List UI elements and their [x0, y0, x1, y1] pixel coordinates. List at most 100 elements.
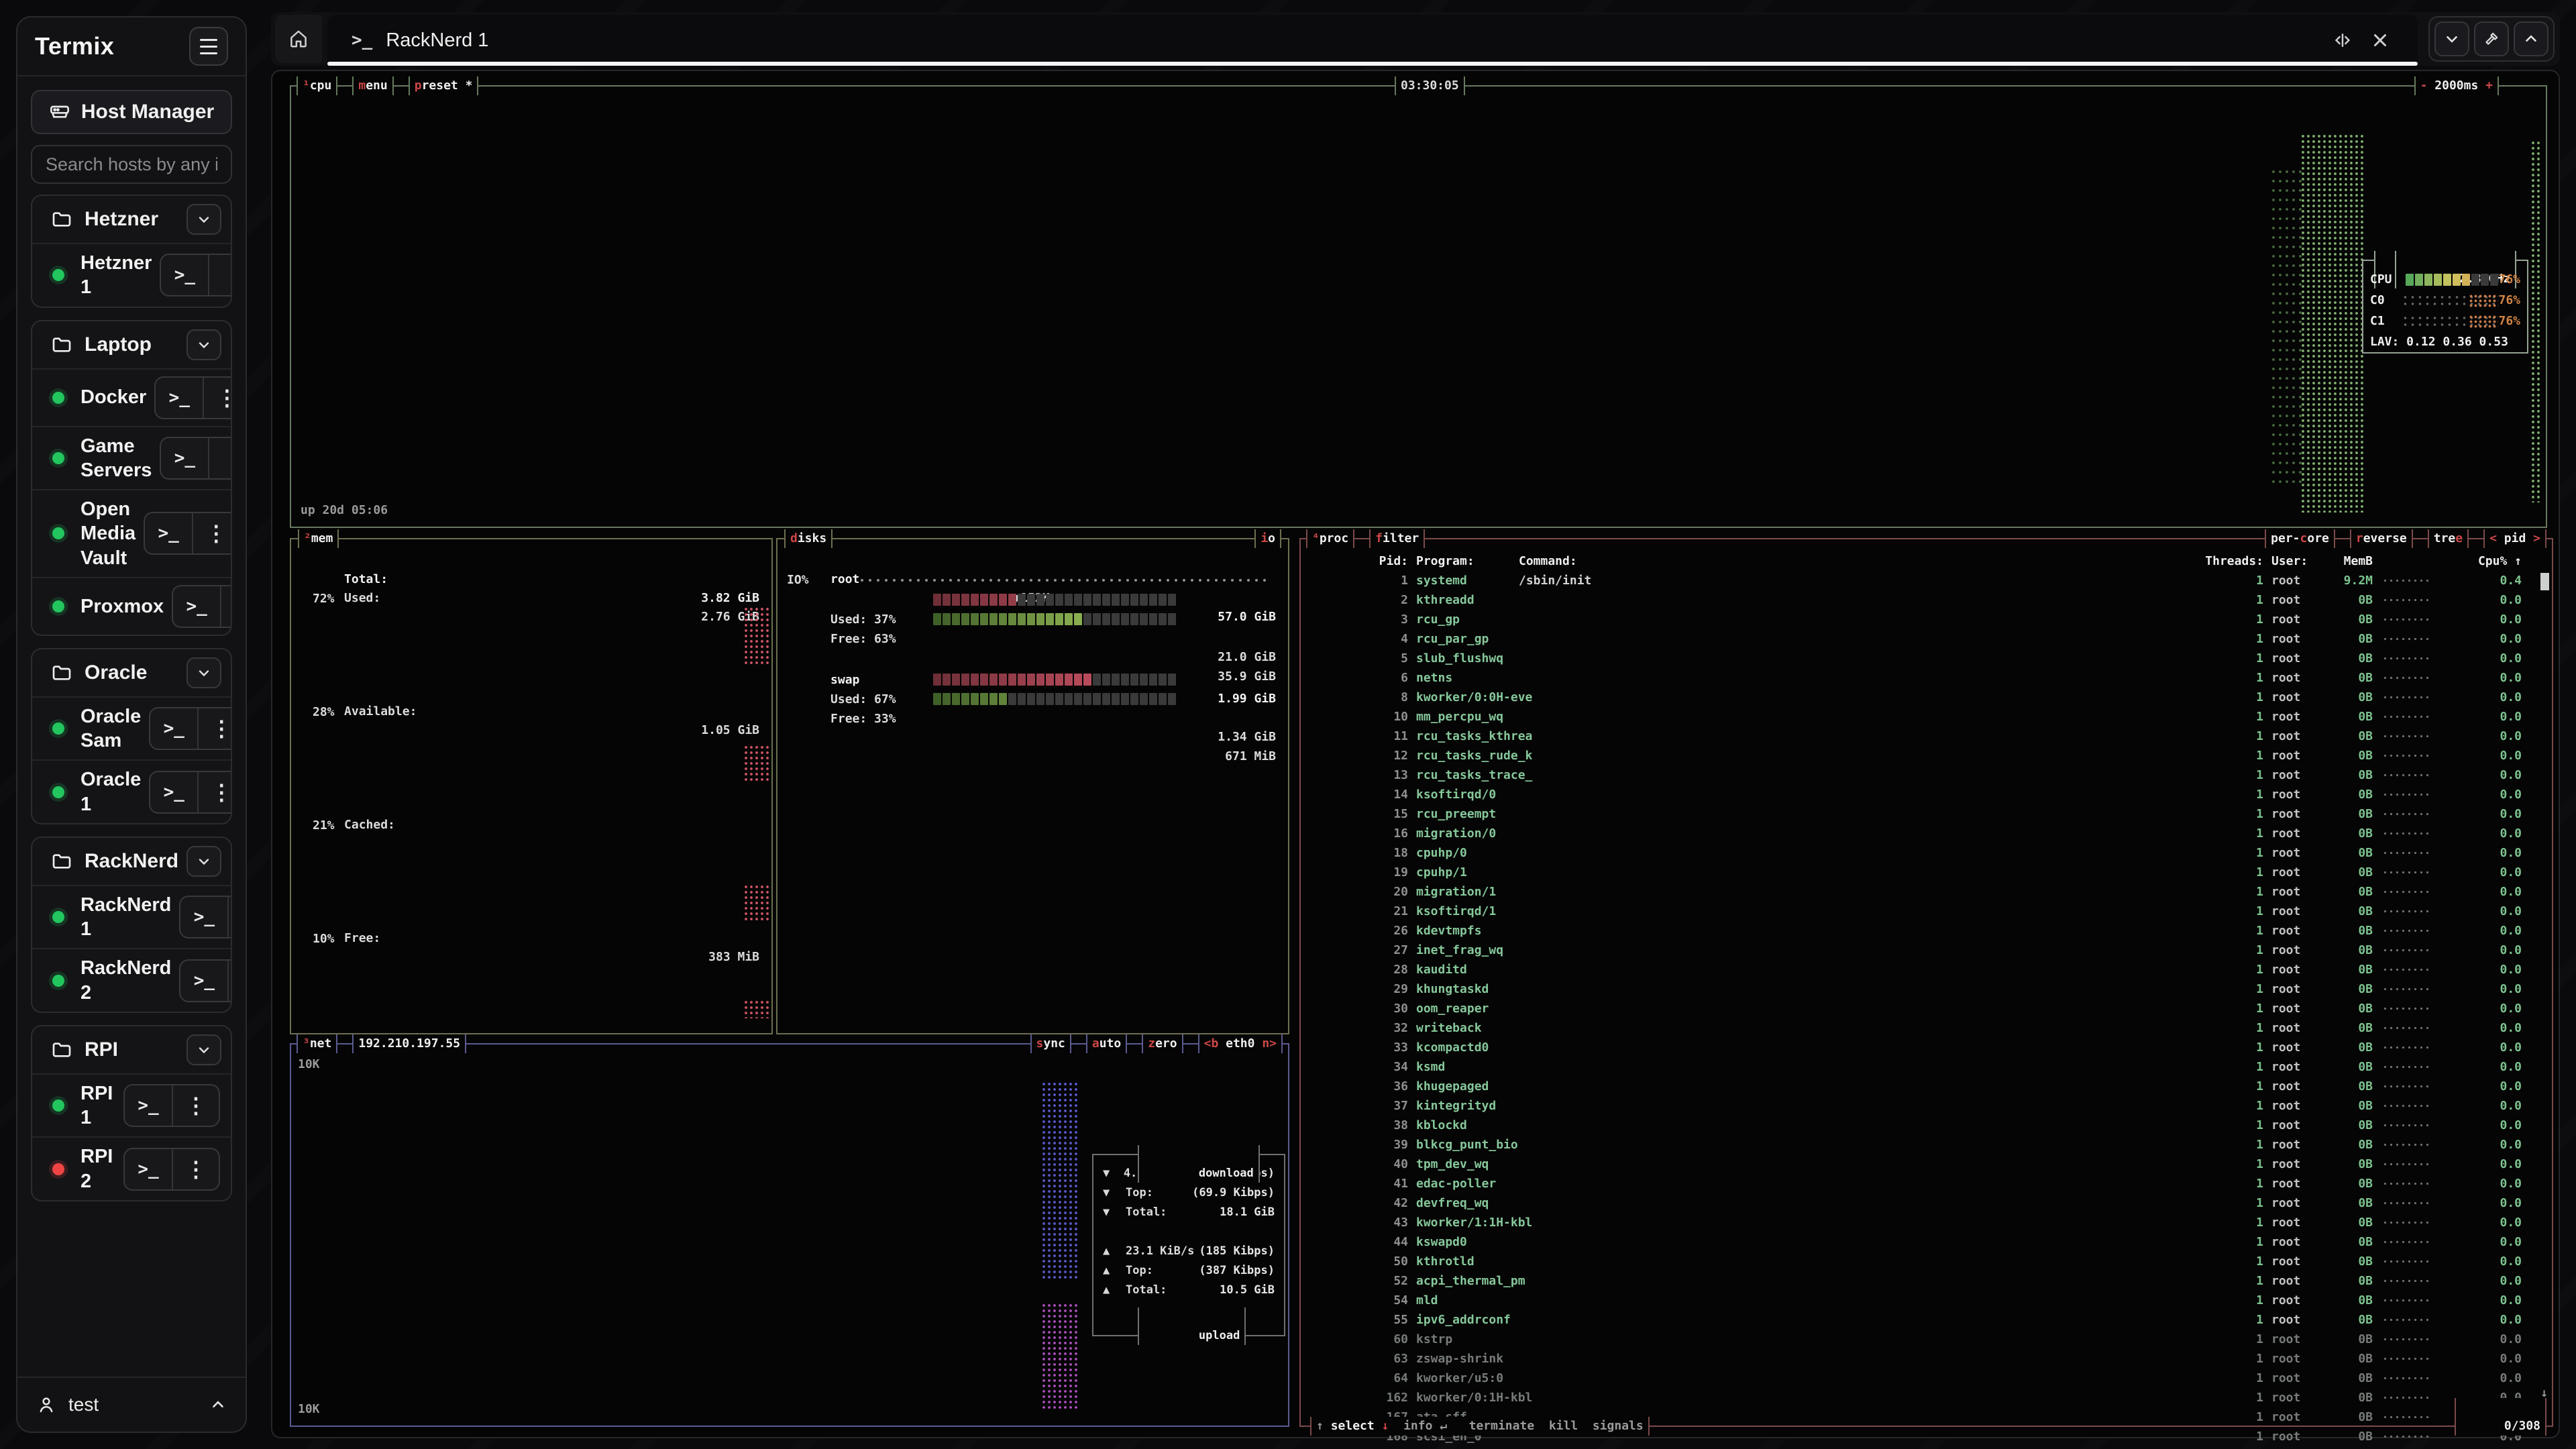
- process-row-55[interactable]: 55ipv6_addrconf1root0B0.0: [1301, 1310, 2552, 1330]
- group-collapse-button[interactable]: [186, 846, 221, 877]
- process-row-37[interactable]: 37kintegrityd1root0B0.0: [1301, 1096, 2552, 1116]
- open-terminal-button[interactable]: >_: [161, 255, 208, 295]
- process-row-43[interactable]: 43kworker/1:1H-kbl1root0B0.0: [1301, 1213, 2552, 1232]
- process-row-33[interactable]: 33kcompactd01root0B0.0: [1301, 1038, 2552, 1057]
- proc-percore-toggle[interactable]: per-core: [2265, 529, 2335, 548]
- process-row-38[interactable]: 38kblockd1root0B0.0: [1301, 1116, 2552, 1135]
- process-row-32[interactable]: 32writeback1root0B0.0: [1301, 1018, 2552, 1038]
- process-row-30[interactable]: 30oom_reaper1root0B0.0: [1301, 999, 2552, 1018]
- process-row-15[interactable]: 15rcu_preempt1root0B0.0: [1301, 804, 2552, 824]
- host-item-open-media-vault[interactable]: Open Media Vault>_⋮: [32, 489, 231, 577]
- open-terminal-button[interactable]: >_: [145, 513, 192, 553]
- host-menu-button[interactable]: ⋮: [227, 961, 232, 1001]
- open-terminal-button[interactable]: >_: [180, 897, 227, 937]
- open-terminal-button[interactable]: >_: [156, 378, 203, 418]
- process-row-11[interactable]: 11rcu_tasks_kthrea1root0B0.0: [1301, 727, 2552, 746]
- process-row-28[interactable]: 28kauditd1root0B0.0: [1301, 960, 2552, 979]
- group-collapse-button[interactable]: [186, 657, 221, 688]
- process-row-41[interactable]: 41edac-poller1root0B0.0: [1301, 1174, 2552, 1193]
- home-button[interactable]: [275, 15, 322, 63]
- process-row-162[interactable]: 162kworker/0:1H-kbl1root0B0.0: [1301, 1388, 2552, 1407]
- process-row-54[interactable]: 54mld1root0B0.0: [1301, 1291, 2552, 1310]
- host-menu-button[interactable]: ⋮: [227, 897, 232, 937]
- net-auto-toggle[interactable]: auto: [1086, 1034, 1127, 1053]
- open-terminal-button[interactable]: >_: [150, 772, 197, 812]
- menu-button[interactable]: [189, 27, 228, 66]
- process-row-10[interactable]: 10mm_percpu_wq1root0B0.0: [1301, 707, 2552, 727]
- process-row-27[interactable]: 27inet_frag_wq1root0B0.0: [1301, 941, 2552, 960]
- proc-sort-selector[interactable]: < pid >: [2483, 529, 2546, 548]
- open-terminal-button[interactable]: >_: [161, 438, 208, 478]
- process-row-34[interactable]: 34ksmd1root0B0.0: [1301, 1057, 2552, 1077]
- terminal-panel[interactable]: ¹cpu menu preset * 03:30:05 - 2000ms + E…: [271, 70, 2560, 1438]
- process-row-50[interactable]: 50kthrotld1root0B0.0: [1301, 1252, 2552, 1271]
- process-row-39[interactable]: 39blkcg_punt_bio1root0B0.0: [1301, 1135, 2552, 1155]
- tools-button[interactable]: [2474, 21, 2509, 56]
- host-item-rpi-2[interactable]: RPI 2>_⋮: [32, 1136, 231, 1200]
- process-row-1[interactable]: 1systemd/sbin/init1root9.2M0.4: [1301, 571, 2552, 590]
- process-row-5[interactable]: 5slub_flushwq1root0B0.0: [1301, 649, 2552, 668]
- process-row-63[interactable]: 63zswap-shrink1root0B0.0: [1301, 1349, 2552, 1368]
- user-menu[interactable]: test: [17, 1377, 246, 1432]
- host-menu-button[interactable]: ⋮: [197, 708, 232, 749]
- process-row-2[interactable]: 2kthreadd1root0B0.0: [1301, 590, 2552, 610]
- process-row-29[interactable]: 29khungtaskd1root0B0.0: [1301, 979, 2552, 999]
- process-row-6[interactable]: 6netns1root0B0.0: [1301, 668, 2552, 688]
- group-collapse-button[interactable]: [186, 329, 221, 360]
- proc-filter-button[interactable]: filter: [1369, 529, 1425, 548]
- process-row-14[interactable]: 14ksoftirqd/01root0B0.0: [1301, 785, 2552, 804]
- process-row-21[interactable]: 21ksoftirqd/11root0B0.0: [1301, 902, 2552, 921]
- process-row-42[interactable]: 42devfreq_wq1root0B0.0: [1301, 1193, 2552, 1213]
- group-header[interactable]: Hetzner: [32, 196, 231, 243]
- collapse-button[interactable]: [2434, 21, 2469, 56]
- proc-reverse-toggle[interactable]: reverse: [2350, 529, 2413, 548]
- group-header[interactable]: Laptop: [32, 321, 231, 368]
- host-menu-button[interactable]: ⋮: [172, 1149, 219, 1189]
- net-sync-toggle[interactable]: sync: [1030, 1034, 1071, 1053]
- menu-button-terminal[interactable]: menu: [352, 76, 393, 95]
- open-terminal-button[interactable]: >_: [125, 1149, 172, 1189]
- host-item-racknerd-1[interactable]: RackNerd 1>_⋮: [32, 885, 231, 949]
- proc-footer-keys[interactable]: ↑ select ↓ info ↵ terminate kill signals: [1310, 1417, 1650, 1436]
- host-menu-button[interactable]: ⋮: [208, 438, 232, 478]
- host-menu-button[interactable]: ⋮: [172, 1085, 219, 1126]
- host-manager-button[interactable]: Host Manager: [31, 90, 232, 134]
- search-input[interactable]: [31, 145, 232, 184]
- group-header[interactable]: RPI: [32, 1026, 231, 1073]
- process-row-3[interactable]: 3rcu_gp1root0B0.0: [1301, 610, 2552, 629]
- process-row-60[interactable]: 60kstrp1root0B0.0: [1301, 1330, 2552, 1349]
- group-header[interactable]: Oracle: [32, 649, 231, 696]
- process-row-12[interactable]: 12rcu_tasks_rude_k1root0B0.0: [1301, 746, 2552, 765]
- interval-control[interactable]: - 2000ms +: [2414, 76, 2499, 95]
- host-menu-button[interactable]: ⋮: [203, 378, 232, 418]
- preset-button[interactable]: preset *: [409, 76, 479, 95]
- host-menu-button[interactable]: ⋮: [192, 513, 232, 553]
- proc-scrollbar-thumb[interactable]: [2540, 573, 2549, 590]
- process-row-40[interactable]: 40tpm_dev_wq1root0B0.0: [1301, 1155, 2552, 1174]
- process-row-16[interactable]: 16migration/01root0B0.0: [1301, 824, 2552, 843]
- host-menu-button[interactable]: ⋮: [208, 255, 232, 295]
- group-collapse-button[interactable]: [186, 1034, 221, 1065]
- process-row-18[interactable]: 18cpuhp/01root0B0.0: [1301, 843, 2552, 863]
- host-item-oracle-1[interactable]: Oracle 1>_⋮: [32, 759, 231, 823]
- host-menu-button[interactable]: ⋮: [197, 772, 232, 812]
- group-header[interactable]: RackNerd: [32, 838, 231, 885]
- host-item-game-servers[interactable]: Game Servers>_⋮: [32, 426, 231, 490]
- host-item-proxmox[interactable]: Proxmox>_⋮: [32, 577, 231, 635]
- disks-io-toggle[interactable]: io: [1254, 529, 1281, 548]
- process-row-4[interactable]: 4rcu_par_gp1root0B0.0: [1301, 629, 2552, 649]
- process-row-52[interactable]: 52acpi_thermal_pm1root0B0.0: [1301, 1271, 2552, 1291]
- open-terminal-button[interactable]: >_: [125, 1085, 172, 1126]
- host-item-racknerd-2[interactable]: RackNerd 2>_⋮: [32, 948, 231, 1012]
- process-row-64[interactable]: 64kworker/u5:01root0B0.0: [1301, 1368, 2552, 1388]
- host-menu-button[interactable]: ⋮: [220, 586, 232, 627]
- open-terminal-button[interactable]: >_: [180, 961, 227, 1001]
- proc-tree-toggle[interactable]: tree: [2428, 529, 2469, 548]
- process-row-26[interactable]: 26kdevtmpfs1root0B0.0: [1301, 921, 2552, 941]
- process-row-19[interactable]: 19cpuhp/11root0B0.0: [1301, 863, 2552, 882]
- expand-button[interactable]: [2514, 21, 2548, 56]
- host-item-rpi-1[interactable]: RPI 1>_⋮: [32, 1073, 231, 1137]
- host-item-docker[interactable]: Docker>_⋮: [32, 368, 231, 426]
- process-row-13[interactable]: 13rcu_tasks_trace_1root0B0.0: [1301, 765, 2552, 785]
- process-row-36[interactable]: 36khugepaged1root0B0.0: [1301, 1077, 2552, 1096]
